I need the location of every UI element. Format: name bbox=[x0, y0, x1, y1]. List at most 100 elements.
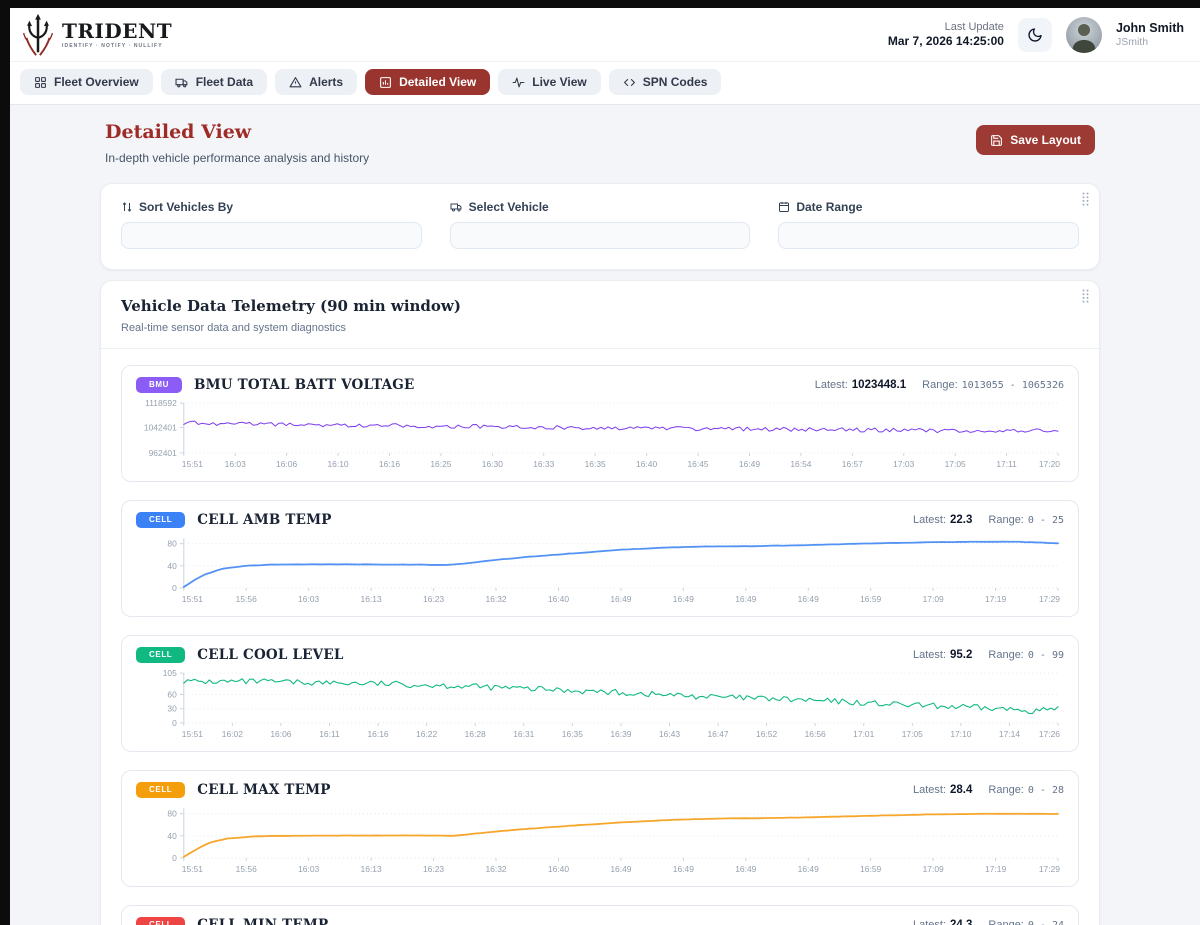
grip-dots-icon bbox=[1082, 289, 1089, 303]
tab-spn-codes[interactable]: SPN Codes bbox=[609, 69, 722, 95]
trident-icon bbox=[18, 12, 58, 58]
svg-text:16:32: 16:32 bbox=[485, 864, 506, 874]
tab-detailed-view[interactable]: Detailed View bbox=[365, 69, 490, 95]
chart-header: CELL CELL MAX TEMP Latest: 28.4 Range: 0… bbox=[134, 780, 1066, 802]
telemetry-card: Vehicle Data Telemetry (90 min window) R… bbox=[100, 280, 1100, 925]
svg-text:16:49: 16:49 bbox=[798, 594, 819, 604]
chart-card: BMU BMU TOTAL BATT VOLTAGE Latest: 10234… bbox=[121, 365, 1079, 482]
range-value: 0 - 28 bbox=[1028, 785, 1064, 796]
svg-text:16:23: 16:23 bbox=[423, 594, 444, 604]
avatar[interactable] bbox=[1066, 17, 1102, 53]
theme-toggle-button[interactable] bbox=[1018, 18, 1052, 52]
svg-text:15:51: 15:51 bbox=[182, 594, 203, 604]
svg-text:16:06: 16:06 bbox=[276, 459, 297, 469]
drag-handle-icon[interactable] bbox=[1082, 192, 1089, 211]
svg-text:16:10: 16:10 bbox=[327, 459, 348, 469]
range-value: 0 - 25 bbox=[1028, 515, 1064, 526]
svg-text:16:30: 16:30 bbox=[482, 459, 503, 469]
user-name: John Smith bbox=[1116, 21, 1184, 35]
latest-value: 95.2 bbox=[950, 649, 972, 661]
svg-text:60: 60 bbox=[167, 689, 177, 699]
tab-live-view[interactable]: Live View bbox=[498, 69, 600, 95]
bar-chart-icon bbox=[379, 76, 392, 89]
tab-fleet-overview[interactable]: Fleet Overview bbox=[20, 69, 153, 95]
divider bbox=[101, 348, 1099, 349]
sort-vehicles-input[interactable] bbox=[121, 222, 422, 249]
field-label: Select Vehicle bbox=[469, 200, 549, 214]
svg-text:16:13: 16:13 bbox=[361, 864, 382, 874]
line-chart[interactable]: 1118592104240196240115:5116:0316:0616:10… bbox=[134, 397, 1066, 475]
svg-text:80: 80 bbox=[167, 539, 177, 549]
svg-text:17:01: 17:01 bbox=[853, 729, 874, 739]
tab-alerts[interactable]: Alerts bbox=[275, 69, 357, 95]
svg-text:17:19: 17:19 bbox=[985, 864, 1006, 874]
tab-fleet-data[interactable]: Fleet Data bbox=[161, 69, 267, 95]
svg-text:16:35: 16:35 bbox=[562, 729, 583, 739]
grip-dots-icon bbox=[1082, 192, 1089, 206]
latest-label: Latest: bbox=[913, 784, 946, 796]
svg-text:16:33: 16:33 bbox=[533, 459, 554, 469]
drag-handle-icon[interactable] bbox=[1082, 289, 1089, 308]
select-vehicle-input[interactable] bbox=[450, 222, 751, 249]
range-label: Range: bbox=[988, 649, 1023, 661]
tab-label: Live View bbox=[532, 75, 586, 89]
svg-text:16:59: 16:59 bbox=[860, 594, 881, 604]
app-window: TRIDENT IDENTIFY · NOTIFY · NULLIFY Last… bbox=[10, 8, 1200, 925]
grid-icon bbox=[34, 76, 47, 89]
telemetry-subtitle: Real-time sensor data and system diagnos… bbox=[121, 322, 1079, 334]
page-subtitle: In-depth vehicle performance analysis an… bbox=[105, 151, 369, 165]
date-range-input[interactable] bbox=[778, 222, 1079, 249]
range-label: Range: bbox=[988, 784, 1023, 796]
chart-title: CELL COOL LEVEL bbox=[197, 647, 343, 663]
svg-text:16:59: 16:59 bbox=[860, 864, 881, 874]
field-label: Sort Vehicles By bbox=[139, 200, 233, 214]
app-header: TRIDENT IDENTIFY · NOTIFY · NULLIFY Last… bbox=[10, 8, 1200, 62]
svg-text:16:45: 16:45 bbox=[687, 459, 708, 469]
svg-text:16:49: 16:49 bbox=[735, 864, 756, 874]
latest-value: 28.4 bbox=[950, 784, 972, 796]
svg-text:17:26: 17:26 bbox=[1039, 729, 1060, 739]
select-vehicle-field: Select Vehicle bbox=[450, 200, 751, 249]
chart-stats: Latest: 1023448.1 Range: 1013055 - 10653… bbox=[815, 379, 1064, 391]
svg-text:40: 40 bbox=[167, 831, 177, 841]
line-chart[interactable]: 8040015:5115:5616:0316:1316:2316:3216:40… bbox=[134, 532, 1066, 610]
tab-label: Alerts bbox=[309, 75, 343, 89]
filters-card: Sort Vehicles By Select Vehicle bbox=[100, 183, 1100, 270]
svg-text:16:11: 16:11 bbox=[319, 729, 340, 739]
svg-text:16:22: 16:22 bbox=[416, 729, 437, 739]
range-value: 0 - 24 bbox=[1028, 920, 1064, 925]
sort-icon bbox=[121, 201, 133, 213]
date-range-field: Date Range bbox=[778, 200, 1079, 249]
warning-icon bbox=[289, 76, 302, 89]
chart-stats: Latest: 22.3 Range: 0 - 25 bbox=[913, 514, 1064, 526]
svg-text:16:35: 16:35 bbox=[585, 459, 606, 469]
moon-icon bbox=[1027, 27, 1043, 43]
save-layout-label: Save Layout bbox=[1010, 133, 1081, 147]
brand-logo: TRIDENT IDENTIFY · NOTIFY · NULLIFY bbox=[18, 12, 172, 58]
sort-vehicles-field: Sort Vehicles By bbox=[121, 200, 422, 249]
chart-stats: Latest: 28.4 Range: 0 - 28 bbox=[913, 784, 1064, 796]
chart-card: CELL CELL AMB TEMP Latest: 22.3 Range: 0… bbox=[121, 500, 1079, 617]
main-content: Detailed View In-depth vehicle performan… bbox=[10, 105, 1200, 925]
svg-text:17:03: 17:03 bbox=[893, 459, 914, 469]
svg-text:105: 105 bbox=[163, 668, 177, 678]
chart-header: CELL CELL MIN TEMP Latest: 24.3 Range: 0… bbox=[134, 915, 1066, 925]
latest-label: Latest: bbox=[913, 649, 946, 661]
latest-value: 22.3 bbox=[950, 514, 972, 526]
charts-list: BMU BMU TOTAL BATT VOLTAGE Latest: 10234… bbox=[121, 365, 1079, 925]
line-chart[interactable]: 1056030015:5116:0216:0616:1116:1616:2216… bbox=[134, 667, 1066, 745]
chart-title: CELL AMB TEMP bbox=[197, 512, 331, 528]
line-chart[interactable]: 8040015:5115:5616:0316:1316:2316:3216:40… bbox=[134, 802, 1066, 880]
save-icon bbox=[990, 134, 1003, 147]
svg-text:16:54: 16:54 bbox=[790, 459, 811, 469]
svg-text:17:19: 17:19 bbox=[985, 594, 1006, 604]
tab-label: Detailed View bbox=[399, 75, 476, 89]
svg-text:16:40: 16:40 bbox=[636, 459, 657, 469]
svg-text:16:49: 16:49 bbox=[610, 594, 631, 604]
tab-label: Fleet Overview bbox=[54, 75, 139, 89]
svg-text:16:43: 16:43 bbox=[659, 729, 680, 739]
svg-text:16:52: 16:52 bbox=[756, 729, 777, 739]
page-title: Detailed View bbox=[105, 121, 369, 143]
save-layout-button[interactable]: Save Layout bbox=[976, 125, 1095, 155]
chart-card: CELL CELL MIN TEMP Latest: 24.3 Range: 0… bbox=[121, 905, 1079, 925]
